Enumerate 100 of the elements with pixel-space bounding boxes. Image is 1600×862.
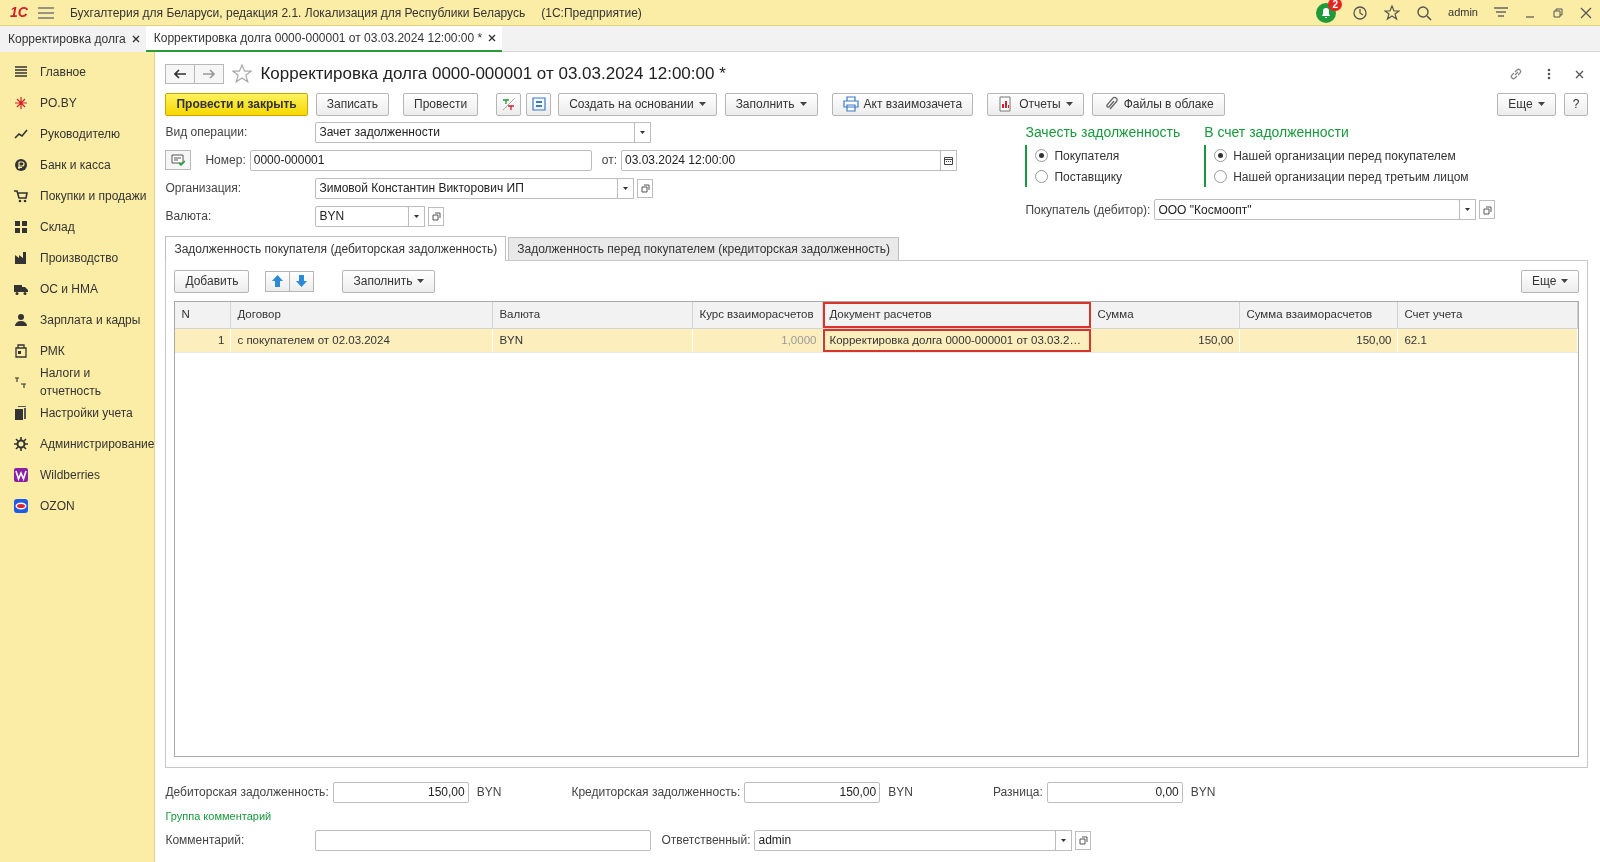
sidebar-item[interactable]: Банк и касса [0,149,155,180]
more-button[interactable]: Еще [1521,269,1580,293]
field-label: Организация: [165,180,243,197]
amount-field[interactable]: 150,00 [332,781,469,803]
column-header[interactable]: N [175,302,232,328]
amount-field[interactable]: 150,00 [744,781,881,803]
sidebar-item[interactable]: Производство [0,242,155,273]
table-cell: Корректировка долга 0000-000001 от 03.03.2… [823,329,1092,352]
sidebar-item[interactable]: Склад [0,211,155,242]
tab[interactable]: Задолженность перед покупателем (кредиторская задолженность) [508,237,899,260]
radio-option[interactable]: Покупателя [1035,145,1181,166]
radio-option[interactable]: Нашей организации перед третьим лицом [1214,166,1469,187]
radio-option[interactable]: Поставщику [1035,166,1181,187]
amount-field[interactable]: 0,00 [1046,781,1183,803]
radio-button[interactable] [1035,149,1049,162]
more-button[interactable]: Еще [1497,92,1556,116]
sidebar-item[interactable]: Зарплата и кадры [0,304,155,335]
search-icon[interactable] [1416,4,1433,21]
radio-button[interactable] [1035,170,1049,183]
post-and-close-button[interactable]: Провести и закрыть [165,92,308,116]
toolbar-button[interactable]: Акт взаимозачета [831,92,974,116]
sidebar-item[interactable]: Покупки и продажи [0,180,155,211]
group-title[interactable]: Группа комментарий [165,808,1589,826]
favorite-star-icon[interactable] [232,64,253,84]
dropdown-button[interactable]: Заполнить [724,92,818,116]
column-header[interactable]: Сумма [1091,302,1241,328]
radio-button[interactable] [1214,170,1228,183]
close-icon[interactable] [488,34,497,42]
select-field[interactable]: Зимовой Константин Викторович ИП [315,177,619,199]
sidebar-item[interactable]: Настройки учета [0,397,155,428]
toolbar-button[interactable]: Файлы в облаке [1091,92,1225,116]
app-title: Бухгалтерия для Беларуси, редакция 2.1. Локализация для Республики Беларусь [69,4,526,22]
open-button[interactable] [1479,200,1496,219]
radio-option[interactable]: Нашей организации перед покупателем [1214,145,1469,166]
icon-button[interactable] [496,92,522,116]
tab[interactable]: Задолженность покупателя (дебиторская задолженность) [165,236,507,261]
caret-icon [414,214,420,218]
star-icon[interactable] [1384,4,1401,21]
open-button[interactable] [428,206,445,226]
select-field[interactable]: Зачет задолженности [315,121,636,143]
fill-check-button[interactable] [165,150,192,170]
window-tab[interactable]: Корректировка долга 0000-000001 от 03.03.2024 12:00:00 * [145,26,503,52]
field-label: от: [601,152,617,169]
sidebar-item[interactable]: OZON [0,490,155,521]
help-button[interactable]: ? [1563,92,1589,116]
dropdown-button[interactable]: Создать на основании [558,92,717,116]
comment-field[interactable] [315,829,652,851]
app-logo: 1С [10,3,28,22]
select-field[interactable]: BYN [315,205,410,227]
date-field[interactable]: 03.03.2024 12:00:00 [620,149,941,171]
table-cell: BYN [493,329,694,352]
sidebar-item[interactable]: Налоги и отчетность [0,366,155,397]
currency-label: BYN [476,784,502,801]
sidebar-item[interactable]: РМК [0,335,155,366]
sidebar-item[interactable]: PO.BY [0,87,155,118]
sidebar-item[interactable]: Руководителю [0,118,155,149]
column-header[interactable]: Документ расчетов [823,302,1092,328]
link-icon[interactable] [1509,67,1524,81]
toolbar-button[interactable]: Записать [315,92,390,116]
filter-menu-icon[interactable] [1494,6,1508,19]
column-header[interactable]: Договор [231,302,494,328]
back-button[interactable] [165,64,196,84]
column-header[interactable]: Курс взаиморасчетов [693,302,824,328]
document-check-icon [171,154,186,166]
dropdown-button[interactable] [1459,199,1477,220]
history-icon[interactable] [1352,4,1369,21]
restore-icon[interactable] [1552,6,1564,19]
open-button[interactable] [1075,830,1092,850]
column-header[interactable]: Счет учета [1398,302,1579,328]
radio-button[interactable] [1214,149,1228,162]
move-up-button[interactable] [265,270,291,292]
close-icon[interactable] [131,35,140,43]
table-row[interactable]: 1 с покупателем от 02.03.2024 BYN 1,0000 Корректировка долга 0000-000001 от 03.03.2… 150,00 150,00 62.1 [175,329,1579,353]
dropdown-button[interactable]: Отчеты [987,92,1084,116]
caret-icon [1465,208,1471,211]
open-button[interactable] [637,178,654,198]
menu-icon[interactable] [37,6,54,19]
close-icon[interactable] [1575,69,1585,79]
select-field[interactable]: ООО "Космоопт" [1154,199,1461,220]
form-title: Корректировка долга 0000-000001 от 03.03.2024 12:00:00 * [260,63,726,86]
dropdown-button[interactable]: Заполнить [342,269,436,293]
sidebar-item[interactable]: ОС и НМА [0,273,155,304]
more-vertical-icon[interactable] [1547,68,1552,80]
column-header[interactable]: Сумма взаиморасчетов [1240,302,1399,328]
move-down-button[interactable] [289,270,315,292]
user-name[interactable]: admin [1448,4,1478,21]
sidebar-item[interactable]: Администрирование [0,428,155,459]
icon-button[interactable] [526,92,552,116]
select-field[interactable]: admin [754,829,1057,851]
snowflake-icon [14,95,28,110]
sidebar-item[interactable]: Главное [0,56,155,87]
column-header[interactable]: Валюта [493,302,694,328]
table-cell: с покупателем от 02.03.2024 [231,329,494,352]
calendar-icon [943,155,953,165]
factory-icon [14,250,28,265]
number-field[interactable]: 0000-000001 [249,149,592,171]
add-button[interactable]: Добавить [174,269,250,293]
toolbar-button[interactable]: Провести [403,92,479,116]
close-icon[interactable] [1580,6,1592,19]
sidebar-item[interactable]: Wildberries [0,459,155,490]
